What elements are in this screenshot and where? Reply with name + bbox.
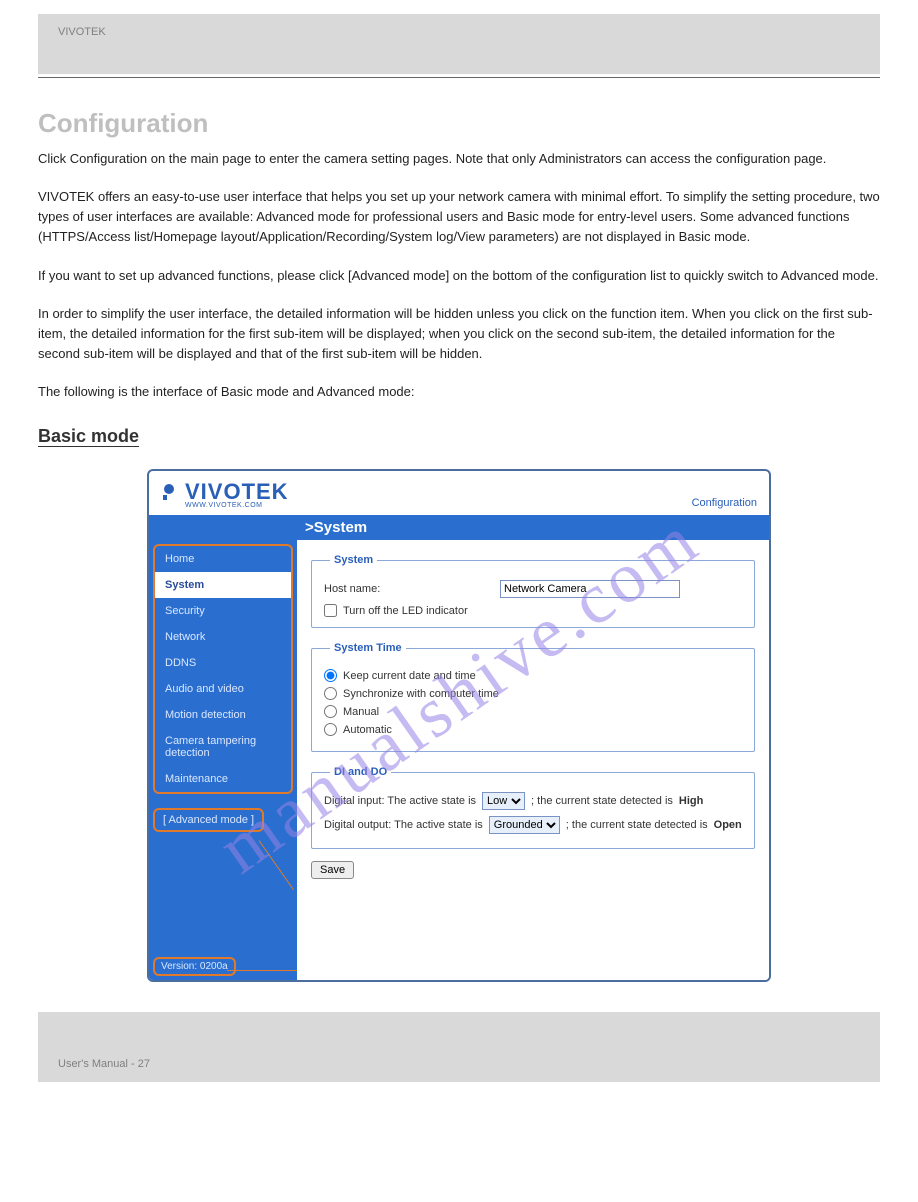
advanced-mode-toggle[interactable]: [ Advanced mode ] — [153, 808, 264, 832]
di-do-fieldset: DI and DO Digital input: The active stat… — [311, 766, 755, 849]
page-title-bar: >System — [149, 515, 769, 540]
top-banner: VIVOTEK — [38, 14, 880, 74]
nav-motion-detection[interactable]: Motion detection — [155, 702, 291, 728]
sidebar: Home System Security Network DDNS Audio … — [149, 540, 297, 980]
di-select[interactable]: Low — [482, 792, 525, 810]
time-opt-manual[interactable] — [324, 705, 337, 718]
footer-left: User's Manual - 27 — [58, 1058, 150, 1070]
do-prefix: Digital output: The active state is — [324, 819, 483, 831]
nav-maintenance[interactable]: Maintenance — [155, 766, 291, 792]
nav-security[interactable]: Security — [155, 598, 291, 624]
di-prefix: Digital input: The active state is — [324, 795, 476, 807]
di-state: High — [679, 795, 703, 807]
do-state: Open — [714, 819, 742, 831]
di-suffix: ; the current state detected is — [531, 795, 673, 807]
time-opt-sync[interactable] — [324, 687, 337, 700]
figure-header: VIVOTEK WWW.VIVOTEK.COM Configuration — [149, 471, 769, 515]
led-label: Turn off the LED indicator — [343, 605, 468, 617]
time-opt-keep[interactable] — [324, 669, 337, 682]
di-do-legend: DI and DO — [330, 766, 391, 778]
camera-icon — [161, 482, 181, 502]
intro-following: The following is the interface of Basic … — [38, 382, 880, 402]
do-select[interactable]: Grounded — [489, 816, 560, 834]
nav-home[interactable]: Home — [155, 546, 291, 572]
intro-3: If you want to set up advanced functions… — [38, 266, 880, 286]
version-label: Version: 0200a — [153, 957, 236, 976]
config-screenshot: VIVOTEK WWW.VIVOTEK.COM Configuration >S… — [147, 469, 771, 982]
nav-group-highlight: Home System Security Network DDNS Audio … — [153, 544, 293, 794]
main-panel: System Host name: Turn off the LED indic… — [297, 540, 769, 980]
time-opt-sync-label: Synchronize with computer time — [343, 688, 499, 700]
host-name-input[interactable] — [500, 580, 680, 598]
nav-ddns[interactable]: DDNS — [155, 650, 291, 676]
host-name-label: Host name: — [324, 583, 494, 595]
bottom-banner: User's Manual - 27 — [38, 1012, 880, 1082]
intro-legend: In order to simplify the user interface,… — [38, 304, 880, 364]
system-time-fieldset: System Time Keep current date and time S… — [311, 642, 755, 752]
intro-2: VIVOTEK offers an easy-to-use user inter… — [38, 187, 880, 247]
time-opt-manual-label: Manual — [343, 706, 379, 718]
configuration-link[interactable]: Configuration — [692, 497, 757, 509]
nav-system[interactable]: System — [155, 572, 291, 598]
section-title: Configuration — [38, 108, 880, 139]
nav-network[interactable]: Network — [155, 624, 291, 650]
intro-1: Click Configuration on the main page to … — [38, 149, 880, 169]
nav-camera-tampering[interactable]: Camera tampering detection — [155, 728, 291, 766]
top-divider — [38, 74, 880, 78]
basic-mode-heading: Basic mode — [38, 426, 880, 447]
led-checkbox[interactable] — [324, 604, 337, 617]
time-opt-keep-label: Keep current date and time — [343, 670, 476, 682]
save-button[interactable]: Save — [311, 861, 354, 879]
top-banner-left: VIVOTEK — [58, 26, 106, 38]
nav-audio-video[interactable]: Audio and video — [155, 676, 291, 702]
time-opt-auto[interactable] — [324, 723, 337, 736]
system-legend: System — [330, 554, 377, 566]
system-fieldset: System Host name: Turn off the LED indic… — [311, 554, 755, 628]
system-time-legend: System Time — [330, 642, 406, 654]
do-suffix: ; the current state detected is — [566, 819, 708, 831]
time-opt-auto-label: Automatic — [343, 724, 392, 736]
